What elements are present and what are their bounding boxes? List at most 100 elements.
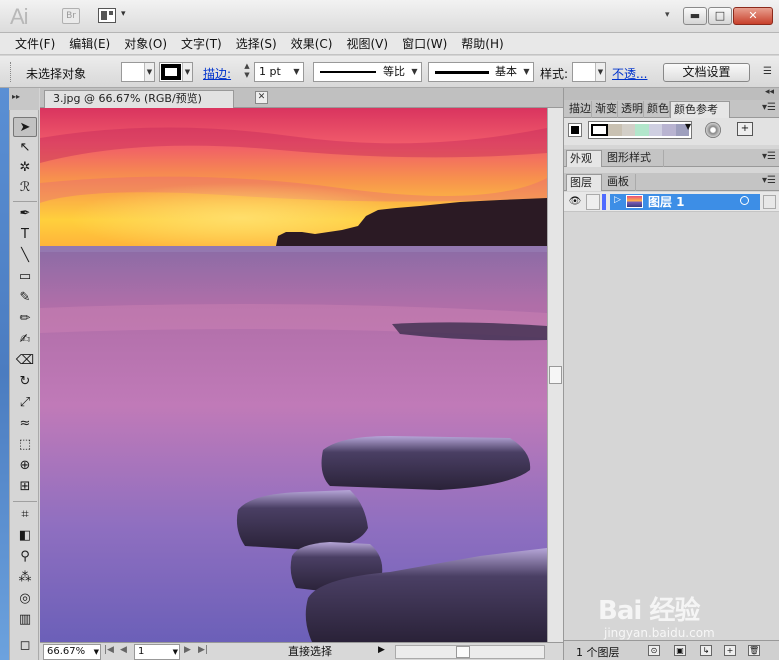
menu-edit[interactable]: 编辑(E) <box>62 34 117 54</box>
free-transform-tool-icon[interactable]: ⬚ <box>13 435 37 455</box>
layer-name[interactable]: 图层 1 <box>648 193 685 210</box>
opacity-link[interactable]: 不透... <box>612 65 647 82</box>
control-panel-menu-icon[interactable]: ☰ <box>763 66 772 77</box>
rectangle-tool-icon[interactable]: ▭ <box>13 267 37 287</box>
harmony-color-swatch[interactable] <box>621 124 636 136</box>
make-clipping-mask-icon[interactable]: ▣ <box>674 645 686 656</box>
tab-color-guide[interactable]: 颜色参考 <box>670 101 730 118</box>
shape-builder-tool-icon[interactable]: ⊕ <box>13 456 37 476</box>
document-setup-button[interactable]: 文档设置 <box>663 63 750 82</box>
panel-dock-header[interactable]: ◂◂ <box>564 87 779 100</box>
artboard-canvas[interactable] <box>40 108 547 642</box>
base-color-swatch[interactable] <box>568 123 582 137</box>
eraser-tool-icon[interactable]: ⌫ <box>13 351 37 371</box>
selection-indicator[interactable] <box>763 195 776 209</box>
harmony-color-swatch[interactable] <box>635 124 649 136</box>
tab-layers[interactable]: 图层 <box>566 174 602 191</box>
selection-tool-icon[interactable]: ➤ <box>13 117 37 137</box>
control-bar-grip[interactable] <box>10 62 13 82</box>
harmony-color-swatch[interactable] <box>591 124 609 136</box>
previous-artboard-icon[interactable]: ◀ <box>120 645 127 655</box>
current-tool-status[interactable]: 直接选择 <box>230 644 390 660</box>
workspace-menu-chevron-icon[interactable]: ▾ <box>665 10 670 20</box>
stroke-swatch[interactable]: ▼ <box>159 62 193 82</box>
brush-definition-select[interactable]: 基本 ▼ <box>428 62 534 82</box>
menu-view[interactable]: 视图(V) <box>339 34 395 54</box>
stroke-panel-link[interactable]: 描边: <box>203 65 231 82</box>
artboard-number-field[interactable]: 1 ▼ <box>134 644 180 660</box>
tab-appearance[interactable]: 外观 <box>566 150 602 167</box>
workspace-switcher-button[interactable]: ▾ <box>98 8 134 24</box>
first-artboard-icon[interactable]: |◀ <box>104 645 114 655</box>
tab-artboards[interactable]: 画板 <box>604 174 636 191</box>
last-artboard-icon[interactable]: ▶| <box>198 645 208 655</box>
gradient-tool-icon[interactable]: ◧ <box>13 526 37 546</box>
visibility-eye-icon[interactable]: 👁 <box>568 195 582 209</box>
edit-colors-icon[interactable] <box>705 122 721 138</box>
tab-gradient[interactable]: 渐变 <box>592 101 618 118</box>
expand-triangle-icon[interactable]: ▷ <box>614 195 621 205</box>
harmony-rules-strip[interactable] <box>588 121 692 139</box>
panel-menu-icon[interactable]: ▾☰ <box>762 175 776 186</box>
fill-swatch[interactable]: ▼ <box>121 62 155 82</box>
column-graph-tool-icon[interactable]: ▥ <box>13 610 37 630</box>
magic-wand-tool-icon[interactable]: ✲ <box>13 158 37 178</box>
stroke-weight-stepper[interactable]: ▲ ▼ <box>241 62 253 82</box>
graphic-style-swatch[interactable]: ▼ <box>572 62 606 82</box>
next-artboard-icon[interactable]: ▶ <box>184 645 191 655</box>
direct-selection-tool-icon[interactable]: ↖ <box>13 138 37 158</box>
harmony-color-swatch[interactable] <box>608 124 622 136</box>
harmony-color-swatch[interactable] <box>662 124 676 136</box>
blob-brush-tool-icon[interactable]: ✍ <box>13 330 37 350</box>
rotate-tool-icon[interactable]: ↻ <box>13 372 37 392</box>
new-layer-icon[interactable]: + <box>724 645 736 656</box>
menu-window[interactable]: 窗口(W) <box>395 34 454 54</box>
panel-menu-icon[interactable]: ▾☰ <box>762 151 776 162</box>
delete-layer-icon[interactable]: 🗑 <box>748 645 760 656</box>
menu-effect[interactable]: 效果(C) <box>284 34 340 54</box>
maximize-button[interactable]: □ <box>708 7 732 25</box>
menu-help[interactable]: 帮助(H) <box>454 34 510 54</box>
eyedropper-tool-icon[interactable]: ⚲ <box>13 547 37 567</box>
menu-type[interactable]: 文字(T) <box>174 34 229 54</box>
pen-tool-icon[interactable]: ✒ <box>13 204 37 224</box>
panel-menu-icon[interactable]: ▾☰ <box>762 102 776 113</box>
blend-tool-icon[interactable]: ⁂ <box>13 568 37 588</box>
mesh-tool-icon[interactable]: ⌗ <box>13 505 37 525</box>
stroke-weight-field[interactable]: 1 pt ▼ <box>254 62 304 82</box>
type-tool-icon[interactable]: T <box>13 225 37 245</box>
variable-width-profile-select[interactable]: 等比 ▼ <box>313 62 422 82</box>
perspective-grid-tool-icon[interactable]: ⊞ <box>13 477 37 497</box>
vertical-scrollbar[interactable] <box>547 108 563 642</box>
status-menu-arrow-icon[interactable]: ▶ <box>378 645 385 655</box>
collapse-icon[interactable]: ◂◂ <box>765 87 774 97</box>
menu-file[interactable]: 文件(F) <box>8 34 62 54</box>
tab-color[interactable]: 颜色 <box>644 101 670 118</box>
scale-tool-icon[interactable]: ⤢ <box>13 393 37 413</box>
document-tab[interactable]: 3.jpg @ 66.67% (RGB/预览) <box>44 90 234 108</box>
tab-transparency[interactable]: 透明 <box>618 101 644 118</box>
scroll-thumb[interactable] <box>549 366 562 384</box>
target-circle-icon[interactable] <box>740 196 749 205</box>
warp-tool-icon[interactable]: ≈ <box>13 414 37 434</box>
symbol-sprayer-tool-icon[interactable]: ◎ <box>13 589 37 609</box>
lock-toggle[interactable] <box>586 194 600 210</box>
close-tab-icon[interactable]: ✕ <box>255 91 268 104</box>
collapse-icon[interactable]: ▸▸ <box>12 92 20 101</box>
line-tool-icon[interactable]: ╲ <box>13 246 37 266</box>
close-button[interactable]: ✕ <box>733 7 773 25</box>
zoom-field[interactable]: 66.67% ▼ <box>43 644 101 660</box>
new-sublayer-icon[interactable]: ↳ <box>700 645 712 656</box>
bridge-button[interactable]: Br <box>62 8 80 24</box>
toolbox-header[interactable]: ▸▸ <box>9 88 39 110</box>
tab-stroke[interactable]: 描边 <box>566 101 592 118</box>
chevron-down-icon[interactable]: ▼ <box>685 122 691 131</box>
layer-row[interactable]: 👁 ▷ 图层 1 <box>564 192 779 212</box>
scroll-thumb[interactable] <box>456 646 470 658</box>
menu-object[interactable]: 对象(O) <box>117 34 174 54</box>
paintbrush-tool-icon[interactable]: ✎ <box>13 288 37 308</box>
lasso-tool-icon[interactable]: ℛ <box>13 178 37 198</box>
locate-object-icon[interactable]: ⊙ <box>648 645 660 656</box>
tab-graphic-styles[interactable]: 图形样式 <box>604 150 664 167</box>
pencil-tool-icon[interactable]: ✏ <box>13 309 37 329</box>
